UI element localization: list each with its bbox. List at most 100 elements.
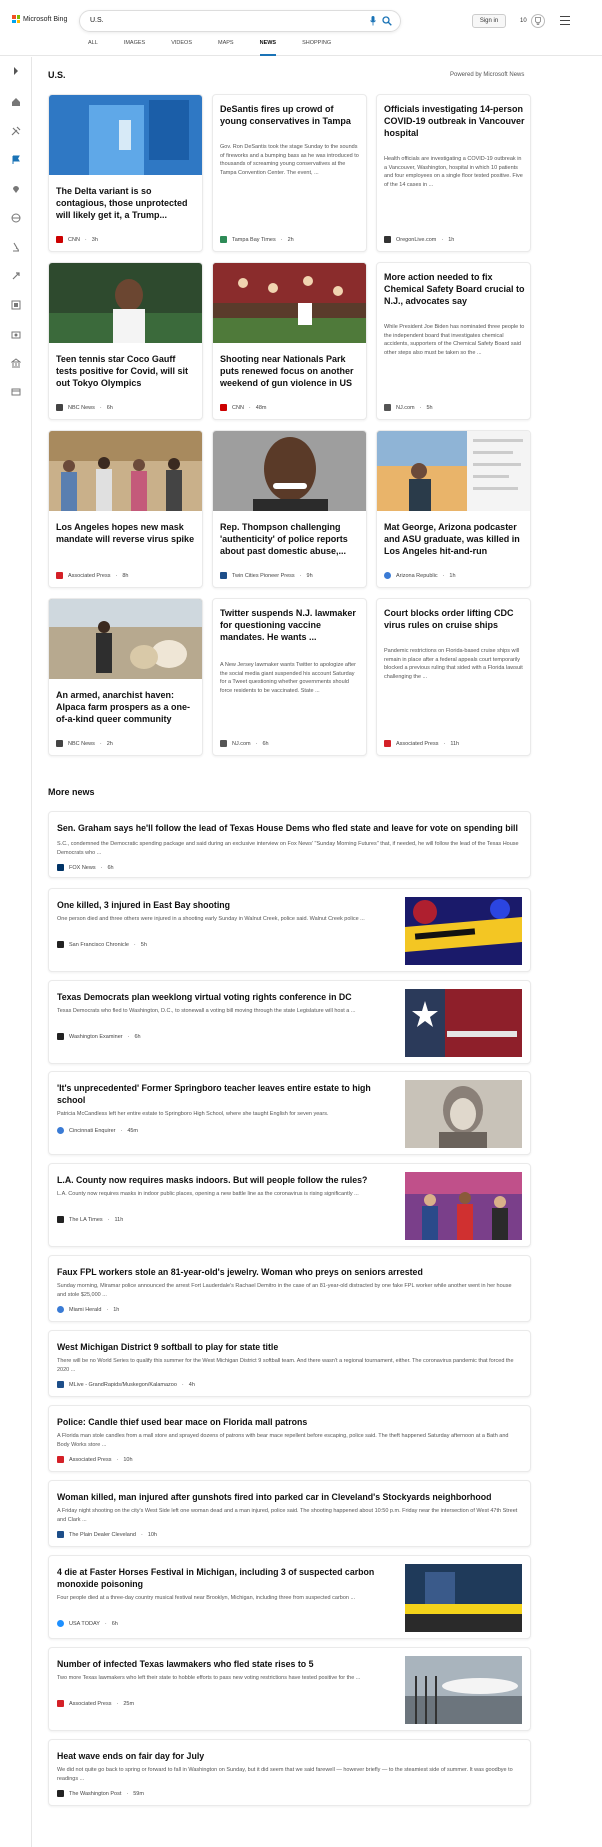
powered-by: Powered by Microsoft News	[450, 72, 525, 78]
source-logo-icon	[57, 1127, 64, 1134]
tab-news[interactable]: NEWS	[259, 40, 277, 56]
news-title[interactable]: Woman killed, man injured after gunshots…	[57, 1491, 522, 1503]
tab-videos[interactable]: VIDEOS	[171, 40, 192, 56]
card-title[interactable]: Teen tennis star Coco Gauff tests positi…	[56, 353, 197, 389]
source-logo-icon	[57, 1456, 64, 1463]
search-tabs: ALL IMAGES VIDEOS MAPS NEWS SHOPPING	[88, 40, 357, 56]
news-list-item[interactable]: Texas Democrats plan weeklong virtual vo…	[48, 980, 531, 1064]
news-card[interactable]: Shooting near Nationals Park puts renewe…	[212, 262, 367, 420]
card-title[interactable]: DeSantis fires up crowd of young conserv…	[220, 103, 361, 127]
flag-icon[interactable]	[11, 155, 21, 165]
news-card[interactable]: The Delta variant is so contagious, thos…	[48, 94, 203, 252]
tools-icon[interactable]	[11, 126, 21, 136]
camera-icon[interactable]	[11, 329, 21, 339]
source-logo-icon	[220, 236, 227, 243]
film-icon[interactable]	[11, 300, 21, 310]
news-list-item[interactable]: Sen. Graham says he'll follow the lead o…	[48, 811, 531, 878]
news-card[interactable]: Teen tennis star Coco Gauff tests positi…	[48, 262, 203, 420]
news-title[interactable]: West Michigan District 9 softball to pla…	[57, 1341, 522, 1353]
news-list-item[interactable]: West Michigan District 9 softball to pla…	[48, 1330, 531, 1397]
location-icon[interactable]	[11, 184, 21, 194]
search-input[interactable]: U.S.	[90, 17, 104, 24]
news-title[interactable]: Police: Candle thief used bear mace on F…	[57, 1416, 522, 1428]
news-list-item[interactable]: Faux FPL workers stole an 81-year-old's …	[48, 1255, 531, 1322]
bing-logo[interactable]: Microsoft Bing	[12, 15, 67, 23]
card-image	[49, 95, 202, 175]
rewards-trophy-icon[interactable]	[531, 14, 545, 28]
card-title[interactable]: More action needed to fix Chemical Safet…	[384, 271, 525, 307]
card-title[interactable]: Rep. Thompson challenging 'authenticity'…	[220, 521, 361, 557]
tab-shopping[interactable]: SHOPPING	[302, 40, 331, 56]
source-time: 1h	[113, 1306, 120, 1313]
news-card[interactable]: Court blocks order lifting CDC virus rul…	[376, 598, 531, 756]
tab-images[interactable]: IMAGES	[124, 40, 145, 56]
separator: ·	[248, 404, 251, 411]
news-summary: Sunday morning, Miramar police announced…	[57, 1283, 512, 1298]
search-box[interactable]: U.S.	[79, 10, 401, 32]
source-logo-icon	[220, 740, 227, 747]
microsoft-logo-icon	[12, 15, 20, 23]
news-title[interactable]: One killed, 3 injured in East Bay shooti…	[57, 899, 397, 911]
globe-icon[interactable]	[11, 213, 21, 223]
news-title[interactable]: Texas Democrats plan weeklong virtual vo…	[57, 991, 397, 1003]
card-title[interactable]: Court blocks order lifting CDC virus rul…	[384, 607, 525, 631]
news-list-item[interactable]: Heat wave ends on fair day for July We d…	[48, 1739, 531, 1806]
tab-maps[interactable]: MAPS	[218, 40, 234, 56]
news-title[interactable]: Faux FPL workers stole an 81-year-old's …	[57, 1266, 522, 1278]
news-title[interactable]: 'It's unprecedented' Former Springboro t…	[57, 1082, 377, 1106]
source-logo-icon	[57, 1700, 64, 1707]
card-title[interactable]: Mat George, Arizona podcaster and ASU gr…	[384, 521, 525, 557]
separator: ·	[419, 404, 422, 411]
separator: ·	[115, 572, 118, 579]
sign-in-button[interactable]: Sign in	[472, 14, 506, 28]
news-card[interactable]: Officials investigating 14-person COVID-…	[376, 94, 531, 252]
search-icon[interactable]	[382, 16, 392, 26]
news-title[interactable]: Sen. Graham says he'll follow the lead o…	[57, 822, 522, 834]
news-card[interactable]: Los Angeles hopes new mask mandate will …	[48, 430, 203, 588]
news-card[interactable]: Mat George, Arizona podcaster and ASU gr…	[376, 430, 531, 588]
source-time: 3h	[91, 236, 98, 243]
news-list-item[interactable]: Woman killed, man injured after gunshots…	[48, 1480, 531, 1547]
news-title[interactable]: Heat wave ends on fair day for July	[57, 1750, 522, 1762]
microscope-icon[interactable]	[11, 242, 21, 252]
source-name: The LA Times	[69, 1216, 103, 1223]
card-title[interactable]: The Delta variant is so contagious, thos…	[56, 185, 197, 221]
expand-icon[interactable]	[10, 65, 22, 77]
news-card[interactable]: Twitter suspends N.J. lawmaker for quest…	[212, 598, 367, 756]
microphone-icon[interactable]	[370, 16, 376, 26]
news-card[interactable]: Rep. Thompson challenging 'authenticity'…	[212, 430, 367, 588]
news-list-item[interactable]: 4 die at Faster Horses Festival in Michi…	[48, 1555, 531, 1639]
news-title[interactable]: L.A. County now requires masks indoors. …	[57, 1174, 397, 1186]
news-list-item[interactable]: Number of infected Texas lawmakers who f…	[48, 1647, 531, 1731]
source-time: 1h	[448, 236, 455, 243]
source-time: 10h	[147, 1531, 157, 1538]
source-time: 48m	[255, 404, 267, 411]
source-logo-icon	[220, 404, 227, 411]
source-time: 25m	[123, 1700, 135, 1707]
card-title[interactable]: Officials investigating 14-person COVID-…	[384, 103, 525, 139]
card-title[interactable]: Twitter suspends N.J. lawmaker for quest…	[220, 607, 361, 643]
card-title[interactable]: An armed, anarchist haven: Alpaca farm p…	[56, 689, 197, 725]
news-card[interactable]: An armed, anarchist haven: Alpaca farm p…	[48, 598, 203, 756]
card-title[interactable]: Shooting near Nationals Park puts renewe…	[220, 353, 361, 389]
source-name: USA TODAY	[69, 1620, 100, 1627]
source-name: NBC News	[68, 740, 95, 747]
rocket-icon[interactable]	[11, 271, 21, 281]
hamburger-menu-icon[interactable]	[560, 16, 570, 25]
source-name: The Plain Dealer Cleveland	[69, 1531, 136, 1538]
news-title[interactable]: 4 die at Faster Horses Festival in Michi…	[57, 1566, 397, 1590]
bank-icon[interactable]	[11, 358, 21, 368]
news-list-item[interactable]: One killed, 3 injured in East Bay shooti…	[48, 888, 531, 972]
rewards-count[interactable]: 10	[520, 18, 527, 24]
source-name: Associated Press	[69, 1700, 112, 1707]
card-icon[interactable]	[11, 387, 21, 397]
home-icon[interactable]	[11, 97, 21, 107]
news-title[interactable]: Number of infected Texas lawmakers who f…	[57, 1658, 397, 1670]
news-list-item[interactable]: 'It's unprecedented' Former Springboro t…	[48, 1071, 531, 1155]
news-list-item[interactable]: L.A. County now requires masks indoors. …	[48, 1163, 531, 1247]
news-list-item[interactable]: Police: Candle thief used bear mace on F…	[48, 1405, 531, 1472]
tab-all[interactable]: ALL	[88, 40, 98, 56]
news-card[interactable]: DeSantis fires up crowd of young conserv…	[212, 94, 367, 252]
card-title[interactable]: Los Angeles hopes new mask mandate will …	[56, 521, 197, 545]
news-card[interactable]: More action needed to fix Chemical Safet…	[376, 262, 531, 420]
